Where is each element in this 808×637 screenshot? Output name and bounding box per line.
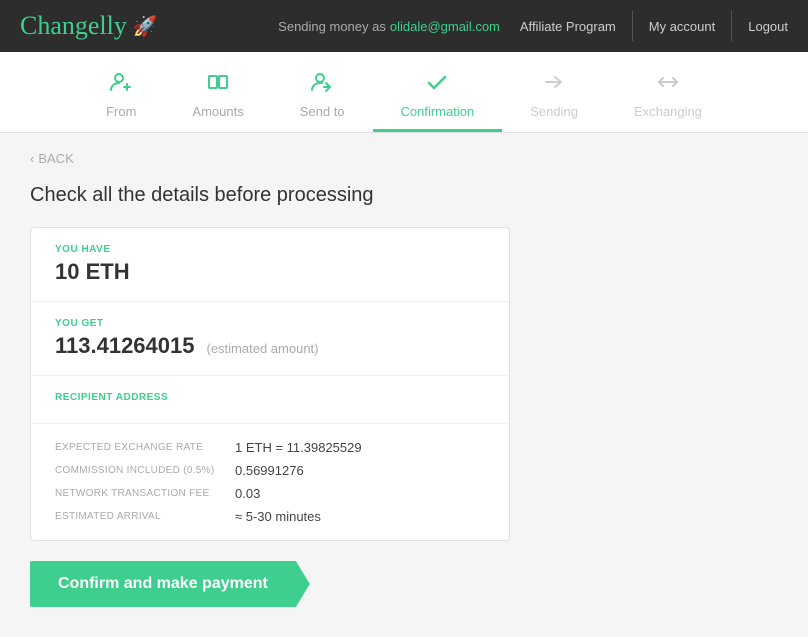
back-bar: ‹ BACK [0,133,808,184]
header-divider [632,11,633,41]
exchange-row-label: EXPECTED EXCHANGE RATE [55,442,235,453]
steps-nav: From Amounts Send to Confirmation [0,52,808,133]
you-have-value: 10 ETH [55,259,485,285]
step-sending[interactable]: Sending [502,62,606,132]
exchange-row: EXPECTED EXCHANGE RATE1 ETH = 11.3982552… [55,440,485,455]
sending-prefix: Sending money as [278,19,386,34]
you-get-value: 113.41264015 [55,333,195,359]
step-sending-label: Sending [530,104,578,119]
logo-rocket-icon: 🚀 [133,14,158,39]
exchange-row: NETWORK TRANSACTION FEE0.03 [55,486,485,501]
confirm-payment-button[interactable]: Confirm and make payment [30,561,310,607]
page-title: Check all the details before processing [30,184,778,207]
step-from-label: From [106,104,136,119]
exchange-row: ESTIMATED ARRIVAL≈ 5-30 minutes [55,509,485,524]
user-email: olidale@gmail.com [390,19,500,34]
step-confirmation[interactable]: Confirmation [373,62,503,132]
you-get-label: YOU GET [55,318,485,329]
step-send-to[interactable]: Send to [272,62,373,132]
affiliate-link[interactable]: Affiliate Program [520,19,616,34]
exchange-row-label: COMMISSION INCLUDED (0.5%) [55,465,235,476]
estimated-label: (estimated amount) [207,341,319,356]
step-exchanging[interactable]: Exchanging [606,62,730,132]
back-link[interactable]: ‹ BACK [30,151,778,166]
exchange-row-value: 0.56991276 [235,463,304,478]
back-chevron-icon: ‹ [30,151,34,166]
logo-text: Changelly [20,11,127,41]
main-content: Check all the details before processing … [0,184,808,637]
recipient-section: RECIPIENT ADDRESS [31,376,509,424]
step-from[interactable]: From [78,62,164,132]
step-amounts[interactable]: Amounts [164,62,271,132]
header-divider-2 [731,11,732,41]
you-get-row: 113.41264015 (estimated amount) [55,333,485,359]
recipient-label: RECIPIENT ADDRESS [55,392,485,403]
my-account-link[interactable]: My account [649,19,715,34]
exchanging-icon [656,70,680,100]
confirmation-icon [425,70,449,100]
exchange-details-section: EXPECTED EXCHANGE RATE1 ETH = 11.3982552… [31,424,509,540]
amounts-icon [206,70,230,100]
send-to-icon [310,70,334,100]
from-icon [109,70,133,100]
exchange-row: COMMISSION INCLUDED (0.5%)0.56991276 [55,463,485,478]
detail-card: YOU HAVE 10 ETH YOU GET 113.41264015 (es… [30,227,510,541]
step-exchanging-label: Exchanging [634,104,702,119]
exchange-row-value: ≈ 5-30 minutes [235,509,321,524]
exchange-row-value: 1 ETH = 11.39825529 [235,440,362,455]
you-get-section: YOU GET 113.41264015 (estimated amount) [31,302,509,376]
sending-icon [542,70,566,100]
you-have-section: YOU HAVE 10 ETH [31,228,509,302]
exchange-row-value: 0.03 [235,486,260,501]
logout-link[interactable]: Logout [748,19,788,34]
header-right: Sending money as olidale@gmail.com Affil… [278,11,788,41]
exchange-row-label: ESTIMATED ARRIVAL [55,511,235,522]
exchange-row-label: NETWORK TRANSACTION FEE [55,488,235,499]
back-label: BACK [38,151,73,166]
logo: Changelly 🚀 [20,11,158,41]
step-amounts-label: Amounts [192,104,243,119]
step-confirmation-label: Confirmation [401,104,475,119]
header: Changelly 🚀 Sending money as olidale@gma… [0,0,808,52]
step-send-to-label: Send to [300,104,345,119]
you-have-label: YOU HAVE [55,244,485,255]
